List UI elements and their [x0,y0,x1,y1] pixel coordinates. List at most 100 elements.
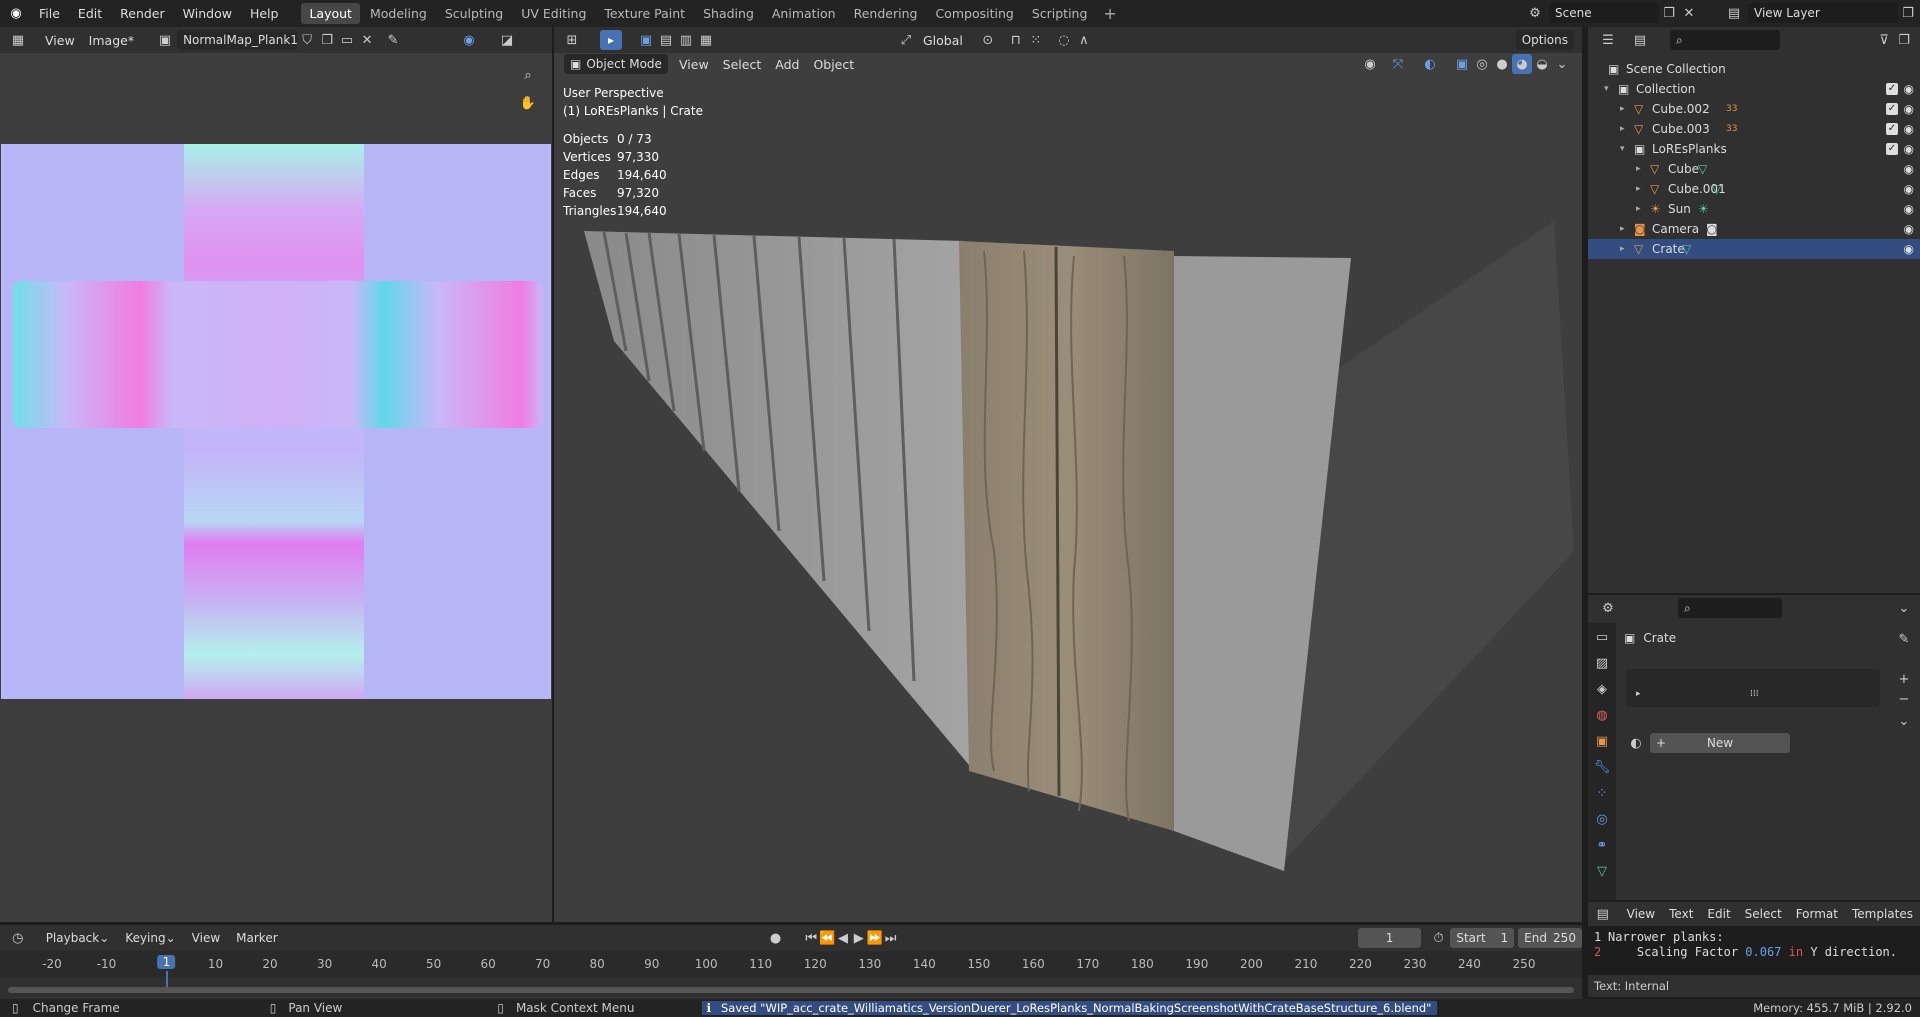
gizmo-icon[interactable]: ⤧ [1388,54,1408,74]
render-tab-icon[interactable]: ▭ [1592,627,1612,647]
timeline-editor-type-icon[interactable]: ◷ [10,928,26,948]
timeline-menu-keying[interactable]: Keying ⌄ [119,928,181,948]
3d-viewport[interactable] [554,51,1582,922]
rendered-shading-icon[interactable]: ◒ [1532,54,1552,74]
new-image-icon[interactable]: ❐ [317,30,337,50]
select-extend-icon[interactable]: ▤ [656,30,676,50]
expand-icon[interactable]: ▸ [1636,689,1641,699]
mesh-data-icon[interactable]: ▽ [1682,242,1691,256]
slot-specials-icon[interactable]: ⌄ [1894,711,1914,731]
editor-type-icon[interactable]: ▦ [8,30,28,50]
play-reverse-icon[interactable]: ◀ [835,928,851,948]
visibility-eye-icon[interactable]: ◉ [1904,102,1914,116]
record-icon[interactable]: ● [768,928,784,948]
current-frame-field[interactable]: 1 [1358,928,1421,948]
tab-compositing[interactable]: Compositing [927,3,1021,24]
camera-data-icon[interactable]: ◙ [1706,222,1718,236]
select-subtract-icon[interactable]: ▥ [676,30,696,50]
text-menu-templates[interactable]: Templates [1845,907,1920,921]
outliner-item-sun[interactable]: ▸ ☀ Sun ☀ ◉ [1588,199,1920,219]
viewport-menu-select[interactable]: Select [716,57,769,72]
new-collection-icon[interactable]: ❐ [1894,30,1914,50]
solid-shading-icon[interactable]: ● [1492,54,1512,74]
prev-keyframe-icon[interactable]: ⏪ [819,928,835,948]
menu-edit[interactable]: Edit [69,0,111,27]
wireframe-shading-icon[interactable]: ◎ [1472,54,1492,74]
data-tab-icon[interactable]: ▽ [1592,861,1612,881]
mesh-data-icon[interactable]: ▽ [1698,162,1707,176]
fake-user-icon[interactable]: ⛉ [297,30,317,50]
expand-arrow-icon[interactable]: ▸ [1636,164,1641,174]
visibility-eye-icon[interactable]: ◉ [1904,82,1914,96]
exclude-checkbox[interactable]: ✓ [1886,103,1898,115]
pan-hand-icon[interactable]: ✋ [518,93,538,113]
properties-search[interactable]: ⌕ [1678,598,1782,618]
falloff-icon[interactable]: ∧ [1074,30,1094,50]
options-button[interactable]: Options [1515,30,1574,50]
properties-editor-type-icon[interactable]: ⚙ [1598,598,1618,618]
menu-window[interactable]: Window [174,0,241,27]
expand-arrow-icon[interactable]: ▾ [1604,84,1609,94]
new-view-layer-icon[interactable]: ❐ [1898,3,1918,23]
blender-logo-icon[interactable]: ◉ [6,4,26,24]
jump-start-icon[interactable]: ⏮ [803,928,819,948]
outliner-item-crate[interactable]: ▸ ▽ Crate ▽ ◉ [1588,239,1920,259]
proportional-icon[interactable]: ◌ [1054,30,1074,50]
pin-icon[interactable]: ✎ [383,30,403,50]
start-frame-field[interactable]: Start 1 [1450,928,1515,948]
tab-sculpting[interactable]: Sculpting [437,3,511,24]
visibility-eye-icon[interactable]: ◉ [1904,182,1914,196]
expand-arrow-icon[interactable]: ▸ [1620,104,1625,114]
expand-arrow-icon[interactable]: ▸ [1636,184,1641,194]
mode-dropdown[interactable]: ▣ Object Mode [564,54,668,74]
timeline-menu-view[interactable]: View [186,928,226,948]
visibility-eye-icon[interactable]: ◉ [1904,122,1914,136]
viewport-menu-view[interactable]: View [672,57,716,72]
open-image-icon[interactable]: ▭ [337,30,357,50]
jump-end-icon[interactable]: ⏭ [883,928,899,948]
expand-arrow-icon[interactable]: ▸ [1620,224,1625,234]
visibility-eye-icon[interactable]: ◉ [1904,242,1914,256]
tab-texture-paint[interactable]: Texture Paint [596,3,693,24]
add-workspace-icon[interactable]: + [1103,4,1116,23]
scene-tab-icon[interactable]: ◈ [1592,679,1612,699]
exclude-checkbox[interactable]: ✓ [1886,83,1898,95]
view-layer-icon[interactable]: ▤ [1724,3,1744,23]
timeline-scrollbar[interactable] [8,987,1574,993]
light-data-icon[interactable]: ☀ [1698,202,1709,216]
expand-arrow-icon[interactable]: ▸ [1620,244,1625,254]
text-menu-format[interactable]: Format [1789,907,1845,921]
select-intersect-icon[interactable]: ▦ [696,30,716,50]
exclude-checkbox[interactable]: ✓ [1886,123,1898,135]
tab-scripting[interactable]: Scripting [1024,3,1096,24]
viewport-editor-type-icon[interactable]: ⊞ [562,30,582,50]
image-view-menu[interactable]: View [38,33,82,48]
tab-modeling[interactable]: Modeling [362,3,435,24]
filter-icon[interactable]: ⊽ [1874,30,1894,50]
save-message[interactable]: Saved "WIP_acc_crate_Williamatics_Versio… [715,1001,1438,1015]
text-editor-type-icon[interactable]: ▤ [1596,904,1610,924]
current-frame-marker[interactable]: 1 [157,955,176,969]
particles-tab-icon[interactable]: ⁘ [1592,783,1612,803]
viewport-menu-add[interactable]: Add [768,57,806,72]
code-area[interactable]: 1 Narrower planks: 2 Scaling Factor 0.067… [1588,926,1920,960]
play-icon[interactable]: ▶ [851,928,867,948]
object-tab-icon[interactable]: ▣ [1592,731,1612,751]
image-menu[interactable]: Image* [82,33,141,48]
remove-slot-icon[interactable]: − [1894,689,1914,709]
preview-range-icon[interactable]: ⏱ [1431,928,1447,948]
orientation-dropdown[interactable]: Global [916,33,970,48]
orientation-icon[interactable]: ⤢ [896,30,916,50]
output-tab-icon[interactable]: ▨ [1592,653,1612,673]
mesh-data-icon[interactable]: ▽ [1712,182,1721,196]
constraints-tab-icon[interactable]: ⚭ [1592,835,1612,855]
snap-target-icon[interactable]: ⁙ [1026,30,1046,50]
tab-rendering[interactable]: Rendering [846,3,926,24]
physics-tab-icon[interactable]: ◎ [1592,809,1612,829]
unlink-image-icon[interactable]: ✕ [357,30,377,50]
outliner-item-scene collection[interactable]: ▣ Scene Collection [1588,59,1920,79]
properties-options-icon[interactable]: ⌄ [1894,598,1914,618]
expand-arrow-icon[interactable]: ▸ [1636,204,1641,214]
modifier-tab-icon[interactable]: 🔧︎ [1592,757,1612,777]
visibility-icon[interactable]: ◉ [1360,54,1380,74]
